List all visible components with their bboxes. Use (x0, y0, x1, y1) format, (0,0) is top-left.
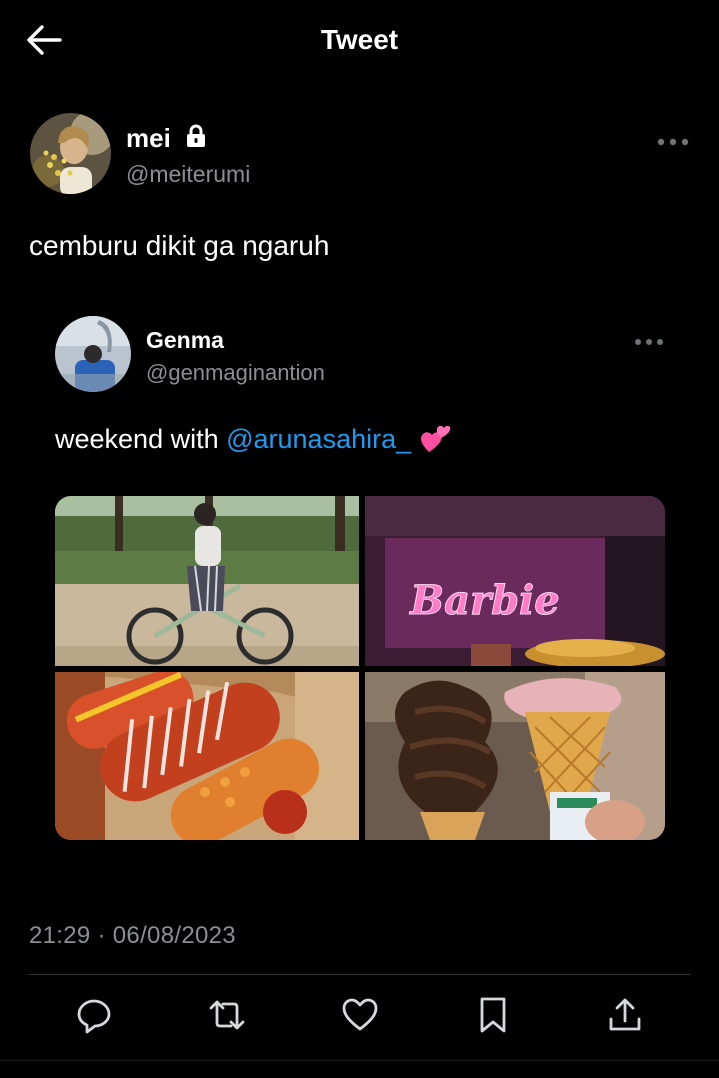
bottom-divider (0, 1060, 719, 1061)
lock-icon (185, 124, 207, 148)
quoted-avatar[interactable] (55, 316, 131, 392)
mention-link[interactable]: @arunasahira_ (226, 424, 411, 454)
ice-cream-cones-photo[interactable] (365, 672, 665, 840)
media-grid: Barbie (55, 496, 665, 840)
quoted-more-options-icon[interactable] (633, 335, 665, 347)
divider (28, 974, 691, 975)
author-handle[interactable]: @meiterumi (126, 161, 250, 188)
barbie-cinema-screen-photo[interactable]: Barbie (365, 496, 665, 666)
bookmark-icon[interactable] (473, 995, 513, 1035)
corn-dogs-photo[interactable] (55, 672, 359, 840)
avatar[interactable] (30, 113, 111, 194)
two-hearts-icon (419, 424, 451, 454)
like-icon[interactable] (340, 995, 380, 1035)
retweet-icon[interactable] (207, 995, 247, 1035)
quoted-text: weekend with @arunasahira_ (55, 424, 451, 455)
quoted-author-handle[interactable]: @genmaginantion (146, 360, 325, 386)
bike-in-park-photo[interactable] (55, 496, 359, 666)
tweet-author: mei @meiterumi (30, 113, 690, 197)
tweet-text: cemburu dikit ga ngaruh (29, 230, 330, 261)
top-bar: Tweet (0, 0, 719, 80)
action-bar (0, 995, 719, 1045)
share-icon[interactable] (605, 995, 645, 1035)
author-name[interactable]: mei (126, 123, 171, 154)
quoted-author-name[interactable]: Genma (146, 327, 224, 354)
reply-icon[interactable] (74, 995, 114, 1035)
quoted-text-prefix: weekend with (55, 424, 227, 454)
quoted-tweet[interactable]: Genma @genmaginantion weekend with @arun… (28, 300, 691, 860)
tweet-timestamp: 21:29 · 06/08/2023 (29, 922, 236, 949)
more-options-icon[interactable] (656, 135, 690, 147)
barbie-sign-text: Barbie (409, 577, 559, 624)
page-title: Tweet (320, 24, 399, 55)
